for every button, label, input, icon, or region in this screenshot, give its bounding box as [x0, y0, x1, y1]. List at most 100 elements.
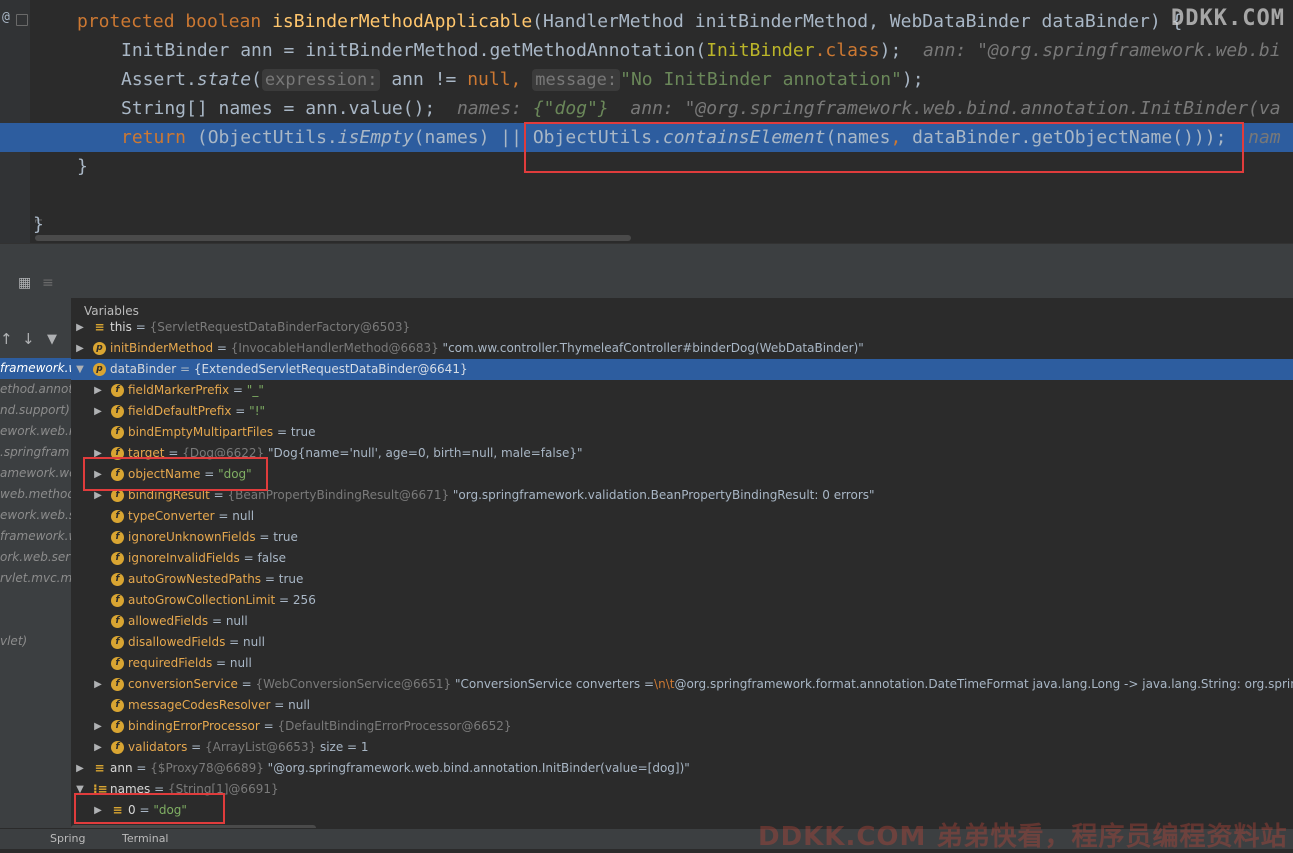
expand-arrow-icon[interactable]: ▶	[74, 338, 86, 359]
field-icon: f	[111, 384, 124, 397]
method-call: isEmpty	[337, 127, 414, 148]
debug-toolbar: ▦ ≡	[0, 270, 1293, 299]
editor-gutter: @	[0, 0, 30, 243]
expand-arrow-icon[interactable]: ▶	[74, 317, 86, 338]
stack-frame[interactable]: framework.we	[0, 358, 71, 379]
stack-frame[interactable]: rvlet.mvc.me	[0, 568, 71, 589]
inline-debug-value: nam	[1248, 127, 1281, 148]
frame-down-icon[interactable]: ↓	[22, 330, 35, 348]
variable-name: typeConverter	[128, 509, 215, 523]
variable-text: messageCodesResolver = null	[128, 698, 311, 712]
expand-arrow-icon[interactable]: ▶	[92, 380, 104, 401]
tab-terminal[interactable]: Terminal	[122, 832, 169, 845]
stack-frame[interactable]: .springfram	[0, 442, 71, 463]
stack-frame[interactable]: ework.web.se	[0, 505, 71, 526]
variable-text: typeConverter = null	[128, 509, 255, 523]
variable-row[interactable]: ▶ f validators = {ArrayList@6653} size = 1	[71, 737, 1293, 758]
variable-value: "org.springframework.validation.BeanProp…	[452, 488, 875, 502]
param-hint: message:	[532, 69, 621, 91]
variable-row[interactable]: f bindEmptyMultipartFiles = true	[71, 422, 1293, 443]
code-line-4[interactable]: String[] names = ann.value(); names: {"d…	[121, 94, 1281, 123]
expand-arrow-icon[interactable]: ▶	[74, 758, 86, 779]
expand-arrow-icon[interactable]: ▶	[92, 674, 104, 695]
list-view-icon[interactable]: ≡	[42, 275, 54, 291]
stack-frame[interactable]	[0, 610, 71, 631]
variable-name: requiredFields	[128, 656, 213, 670]
stack-frame[interactable]: amework.we	[0, 463, 71, 484]
code-line-1[interactable]: protected boolean isBinderMethodApplicab…	[77, 7, 1182, 36]
collapse-arrow-icon[interactable]: ▼	[74, 359, 86, 380]
code-string: "No InitBinder annotation"	[620, 69, 902, 90]
variable-value: "@org.springframework.web.bind.annotatio…	[267, 761, 690, 775]
variable-row[interactable]: f allowedFields = null	[71, 611, 1293, 632]
variable-value: true	[278, 572, 304, 586]
variable-row[interactable]: f typeConverter = null	[71, 506, 1293, 527]
field-icon: f	[111, 594, 124, 607]
stack-frame[interactable]: vlet)	[0, 631, 71, 652]
fold-toggle-icon[interactable]	[16, 14, 28, 26]
stack-frame[interactable]: web.method	[0, 484, 71, 505]
expand-arrow-icon[interactable]: ▶	[92, 401, 104, 422]
variable-row[interactable]: ▶ f conversionService = {WebConversionServ…	[71, 674, 1293, 695]
highlight-box-contains-element	[524, 122, 1244, 173]
variable-row[interactable]: f messageCodesResolver = null	[71, 695, 1293, 716]
code-text: String[] names = ann.value();	[121, 98, 436, 119]
variable-text: fieldMarkerPrefix = "_"	[128, 383, 264, 397]
code-keyword: null	[467, 69, 511, 90]
variable-row[interactable]: f ignoreInvalidFields = false	[71, 548, 1293, 569]
code-line-3[interactable]: Assert.state(expression: ann != null, me…	[121, 65, 924, 94]
code-keyword: .class	[814, 40, 880, 61]
inline-debug-value: ann: "@org.springframework.web.bi	[922, 40, 1281, 61]
variable-name: validators	[128, 740, 188, 754]
variable-text: autoGrowCollectionLimit = 256	[128, 593, 316, 607]
variable-value: null	[232, 509, 255, 523]
variable-row[interactable]: ▶ p initBinderMethod = {InvocableHandlerMe…	[71, 338, 1293, 359]
inline-debug-value: ann: "@org.springframework.web.bind.anno…	[630, 98, 1281, 119]
variable-row[interactable]: f disallowedFields = null	[71, 632, 1293, 653]
stack-frame[interactable]: framework.w	[0, 526, 71, 547]
editor-horizontal-scrollbar[interactable]	[35, 235, 631, 241]
table-view-icon[interactable]: ▦	[18, 275, 31, 291]
variable-row[interactable]: f autoGrowNestedPaths = true	[71, 569, 1293, 590]
code-editor[interactable]: @ ⌐ protected boolean isBinderMethodAppl…	[0, 0, 1293, 243]
variable-row[interactable]: ▼ ⁝≡ names = {String[1]@6691}	[71, 779, 1293, 800]
variable-row[interactable]: ▶ f bindingErrorProcessor = {DefaultBindin…	[71, 716, 1293, 737]
stack-frame[interactable]: ethod.annota	[0, 379, 71, 400]
variable-row[interactable]: f requiredFields = null	[71, 653, 1293, 674]
object-reference: {$Proxy78@6689}	[150, 761, 268, 775]
field-icon: f	[111, 699, 124, 712]
local-variable-icon: ≡	[94, 320, 105, 334]
variables-title: Variables	[84, 304, 139, 318]
tab-spring[interactable]: Spring	[50, 832, 86, 845]
frame-up-icon[interactable]: ↑	[0, 330, 13, 348]
variable-row[interactable]: f autoGrowCollectionLimit = 256	[71, 590, 1293, 611]
object-reference: {ServletRequestDataBinderFactory@6503}	[149, 320, 411, 334]
field-icon: f	[111, 510, 124, 523]
variable-name: this	[110, 320, 132, 334]
code-line-6[interactable]: }	[77, 152, 88, 181]
variable-row[interactable]: ▶ ≡ ann = {$Proxy78@6689} "@org.springfram…	[71, 758, 1293, 779]
code-line-2[interactable]: InitBinder ann = initBinderMethod.getMet…	[121, 36, 1281, 65]
variable-row[interactable]: ▶ ≡ this = {ServletRequestDataBinderFactor…	[71, 317, 1293, 338]
variable-name: dataBinder	[110, 362, 177, 376]
variable-row[interactable]: ▶ f fieldDefaultPrefix = "!"	[71, 401, 1293, 422]
stack-frame[interactable]	[0, 589, 71, 610]
stack-frame[interactable]: ork.web.serv	[0, 547, 71, 568]
code-keyword: protected boolean	[77, 11, 273, 32]
inline-debug-label: names:	[456, 98, 522, 119]
expand-arrow-icon[interactable]: ▶	[92, 716, 104, 737]
variable-text: allowedFields = null	[128, 614, 248, 628]
variable-row[interactable]: f ignoreUnknownFields = true	[71, 527, 1293, 548]
filter-icon[interactable]: ▼	[47, 332, 57, 347]
variable-text: dataBinder = {ExtendedServletRequestData…	[110, 362, 468, 376]
code-keyword: return	[121, 127, 187, 148]
variable-row[interactable]: ▶ f fieldMarkerPrefix = "_"	[71, 380, 1293, 401]
variable-row[interactable]: ▼ p dataBinder = {ExtendedServletRequestDa…	[71, 359, 1293, 380]
expand-arrow-icon[interactable]: ▶	[92, 737, 104, 758]
code-text: );	[879, 40, 902, 61]
object-reference: {ArrayList@6653}	[205, 740, 320, 754]
field-icon: f	[111, 426, 124, 439]
stack-frame[interactable]: nd.support)	[0, 400, 71, 421]
stack-frame[interactable]: ework.web.m	[0, 421, 71, 442]
variable-text: ignoreUnknownFields = true	[128, 530, 298, 544]
